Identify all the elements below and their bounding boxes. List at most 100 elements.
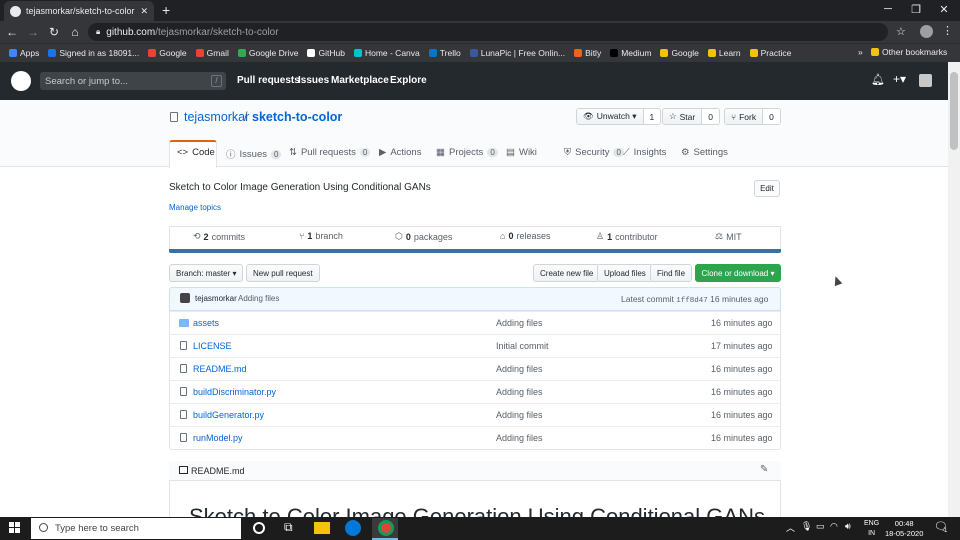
bookmark-item[interactable]: LunaPic | Free Onlin... — [469, 48, 565, 58]
wifi-icon[interactable]: ◠ — [830, 521, 838, 532]
url-field[interactable]: 🔒︎ github.com/tejasmorkar/sketch-to-colo… — [88, 23, 888, 41]
repo-owner-link[interactable]: tejasmorkar — [184, 110, 249, 124]
browser-tab[interactable]: tejasmorkar/sketch-to-color: Sk ✕ — [4, 1, 154, 21]
commits-link[interactable]: ⟲ 2 commits — [193, 231, 245, 242]
file-commit-message[interactable]: Adding files — [496, 387, 543, 397]
bookmark-item[interactable]: GitHub — [307, 48, 345, 58]
star-button[interactable]: ☆ Star 0 — [662, 108, 720, 125]
manage-topics-link[interactable]: Manage topics — [169, 203, 221, 212]
other-bookmarks-folder[interactable]: Other bookmarks — [871, 47, 947, 57]
scrollbar-thumb[interactable] — [950, 72, 958, 150]
edge-browser-icon[interactable] — [345, 520, 361, 536]
clone-or-download-button[interactable]: Clone or download ▾ — [695, 264, 781, 282]
file-commit-message[interactable]: Adding files — [496, 364, 543, 374]
file-name-link[interactable]: assets — [193, 318, 219, 328]
edit-description-button[interactable]: Edit — [754, 180, 780, 197]
bookmark-item[interactable]: Practice — [749, 48, 791, 58]
back-arrow-icon[interactable]: ← — [3, 25, 21, 39]
commit-sha[interactable]: 1ff8d47 — [676, 297, 708, 305]
create-new-plus-icon[interactable]: +▾ — [893, 72, 906, 86]
create-new-file-button[interactable]: Create new file — [533, 264, 601, 282]
file-commit-message[interactable]: Adding files — [496, 318, 543, 328]
file-name-link[interactable]: buildDiscriminator.py — [193, 387, 276, 397]
find-file-button[interactable]: Find file — [650, 264, 693, 282]
tab-projects[interactable]: ▦ Projects 0 — [436, 147, 498, 158]
bookmark-item[interactable]: Learn — [707, 48, 741, 58]
bookmark-item[interactable]: Google — [148, 48, 187, 58]
cortana-icon[interactable] — [253, 522, 265, 534]
taskbar-search-input[interactable]: Type here to search — [31, 518, 241, 539]
bookmark-item[interactable]: Trello — [428, 48, 461, 58]
minimize-icon[interactable]: ─ — [878, 3, 898, 15]
tab-security[interactable]: ⛨ Security 0 — [564, 147, 624, 158]
file-name-link[interactable]: README.md — [193, 364, 247, 374]
branch-select-button[interactable]: Branch: master ▾ — [169, 264, 244, 282]
tab-settings[interactable]: ⚙ Settings — [681, 147, 728, 158]
tab-wiki[interactable]: ▤ Wiki — [506, 147, 537, 158]
watch-count[interactable]: 1 — [643, 109, 661, 124]
nav-pull-requests[interactable]: Pull requests — [237, 75, 300, 86]
nav-marketplace[interactable]: Marketplace — [331, 75, 389, 86]
nav-issues[interactable]: Issues — [298, 75, 329, 86]
tab-close-icon[interactable]: ✕ — [140, 6, 148, 17]
bookmark-item[interactable]: Apps — [9, 48, 39, 58]
chrome-menu-icon[interactable]: ⋮ — [942, 24, 953, 37]
language-bar[interactable] — [169, 249, 781, 253]
tab-pull-requests[interactable]: ⇅ Pull requests 0 — [289, 147, 371, 158]
volume-icon[interactable]: 🔊︎ — [845, 521, 851, 532]
bookmark-item[interactable]: Google Drive — [237, 48, 298, 58]
license-link[interactable]: ⚖ MIT — [715, 231, 742, 242]
bookmark-item[interactable]: Medium — [610, 48, 651, 58]
fork-button[interactable]: ⑂ Fork 0 — [724, 108, 781, 125]
nav-explore[interactable]: Explore — [390, 75, 427, 86]
new-tab-button[interactable]: + — [162, 3, 170, 17]
input-language[interactable]: ENG IN — [864, 519, 879, 539]
bookmark-item[interactable]: Signed in as 18091... — [48, 48, 139, 58]
microphone-icon[interactable]: 🎙︎ — [801, 521, 812, 532]
user-avatar-icon[interactable] — [919, 74, 932, 87]
branch-link[interactable]: ⑂ 1 branch — [299, 231, 343, 241]
window-close-icon[interactable]: ✕ — [934, 3, 954, 16]
battery-icon[interactable]: ▭ — [816, 521, 825, 532]
bookmark-item[interactable]: Home - Canva — [353, 48, 420, 58]
packages-link[interactable]: ⬡ 0 packages — [395, 231, 452, 242]
commit-author-avatar[interactable] — [180, 293, 190, 303]
forward-arrow-icon[interactable]: → — [24, 25, 42, 39]
search-input[interactable]: Search or jump to... / — [40, 72, 226, 90]
task-view-icon[interactable]: ⧉ — [284, 520, 300, 536]
contributors-link[interactable]: ♙ 1 contributor — [596, 231, 658, 242]
releases-link[interactable]: ⌂ 0 releases — [500, 231, 550, 241]
file-commit-message[interactable]: Adding files — [496, 433, 543, 443]
profile-avatar-icon[interactable] — [920, 25, 933, 38]
tab-actions[interactable]: ▶ Actions — [379, 147, 421, 158]
reload-icon[interactable]: ↻ — [45, 25, 63, 39]
maximize-icon[interactable]: ❐ — [906, 3, 926, 16]
file-commit-message[interactable]: Initial commit — [496, 341, 549, 351]
taskbar-clock[interactable]: 00:48 18-05-2020 — [885, 519, 923, 539]
file-explorer-icon[interactable] — [314, 522, 330, 534]
repo-name-link[interactable]: sketch-to-color — [252, 110, 342, 124]
home-icon[interactable]: ⌂ — [66, 25, 84, 39]
edit-pencil-icon[interactable]: ✎ — [760, 464, 768, 475]
windows-start-icon[interactable] — [9, 522, 21, 534]
bookmark-item[interactable]: Gmail — [195, 48, 229, 58]
github-logo-icon[interactable] — [11, 71, 31, 91]
commit-author[interactable]: tejasmorkar — [195, 294, 237, 303]
bookmark-item[interactable]: Google — [660, 48, 699, 58]
fork-count[interactable]: 0 — [763, 109, 780, 124]
tab-insights[interactable]: ⟋ Insights — [623, 147, 666, 158]
tab-code[interactable]: <> Code — [177, 147, 215, 158]
notification-bell-icon[interactable]: 🔔︎ — [871, 73, 885, 86]
tray-chevron-icon[interactable]: ︿ — [786, 521, 795, 534]
file-name-link[interactable]: runModel.py — [193, 433, 243, 443]
star-count[interactable]: 0 — [702, 109, 719, 124]
bookmark-star-icon[interactable]: ☆ — [896, 25, 906, 38]
file-commit-message[interactable]: Adding files — [496, 410, 543, 420]
tab-issues[interactable]: ⓘ Issues 0 — [226, 147, 282, 161]
bookmarks-overflow-button[interactable]: » — [858, 47, 863, 57]
watch-button[interactable]: 👁︎ Unwatch ▾ 1 — [576, 108, 662, 125]
file-name-link[interactable]: LICENSE — [193, 341, 232, 351]
upload-files-button[interactable]: Upload files — [597, 264, 653, 282]
bookmark-item[interactable]: Bitly — [574, 48, 601, 58]
file-name-link[interactable]: buildGenerator.py — [193, 410, 264, 420]
